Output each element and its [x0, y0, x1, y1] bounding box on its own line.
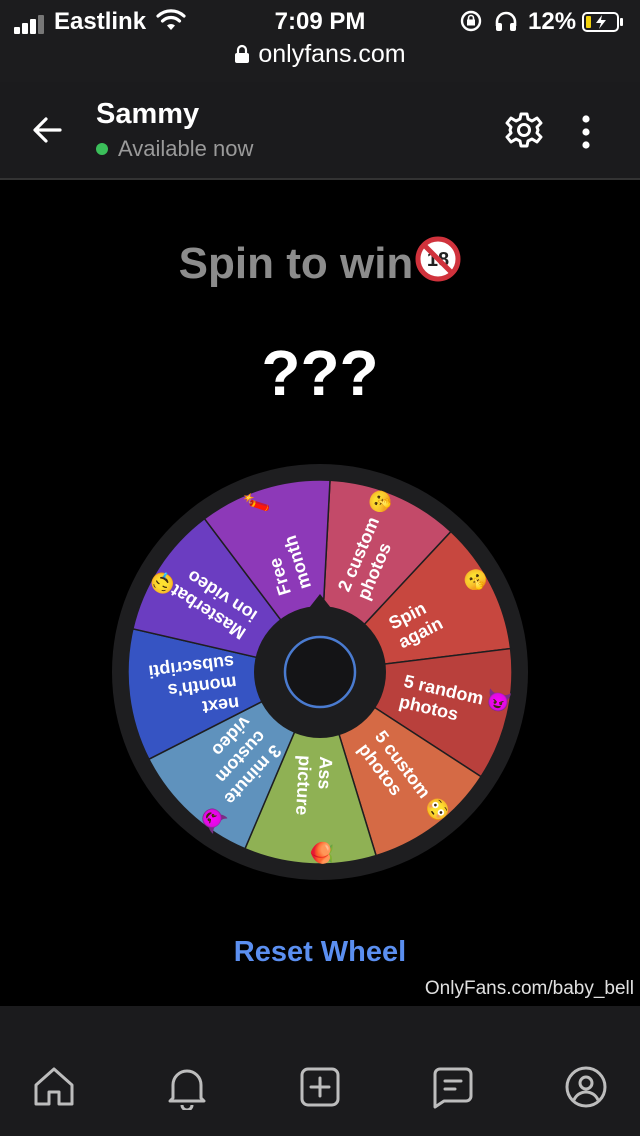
status-bar: Eastlink 7:09 PM 12% onlyfans.com	[0, 0, 640, 82]
gear-icon[interactable]	[504, 110, 544, 150]
reset-wheel-button[interactable]: Reset Wheel	[0, 936, 640, 969]
segment-text: picture	[292, 755, 315, 816]
no-under-18-icon: 18	[415, 236, 461, 282]
message-actions-bar	[0, 1006, 640, 1041]
back-arrow-icon[interactable]	[28, 110, 68, 150]
vertical-dots-icon[interactable]	[572, 112, 600, 152]
spin-result: ???	[261, 337, 379, 409]
lock-icon	[235, 44, 250, 63]
game-title: Spin to win 18	[0, 236, 640, 289]
chat-header: Sammy Available now	[0, 82, 640, 180]
spin-game-card: Spin to win 18 ??? 2 customphotos🤫Spinag…	[0, 188, 640, 1006]
address-bar[interactable]: onlyfans.com	[0, 40, 640, 69]
battery-charging-icon	[582, 12, 623, 32]
profile-icon[interactable]	[563, 1064, 609, 1110]
presence-text: Available now	[118, 136, 254, 161]
presence-status: Available now	[96, 136, 253, 162]
watermark: OnlyFans.com/baby_bell	[424, 978, 634, 999]
headphones-icon	[495, 11, 517, 31]
game-title-text: Spin to win	[178, 239, 414, 288]
segment-emoji-icon: 🍑	[309, 840, 334, 866]
contact-name[interactable]: Sammy	[96, 98, 199, 131]
spin-button[interactable]	[283, 635, 357, 709]
bell-icon[interactable]	[164, 1064, 210, 1110]
message-icon[interactable]	[430, 1064, 476, 1110]
home-icon[interactable]	[31, 1064, 77, 1110]
battery-percent: 12%	[528, 8, 577, 35]
plus-square-icon[interactable]	[297, 1064, 343, 1110]
url-text: onlyfans.com	[258, 40, 406, 68]
segment-text: Ass	[314, 756, 336, 790]
prize-wheel[interactable]: 2 customphotos🤫Spinagain🤫5 randomphotos 😈…	[110, 462, 530, 882]
rotation-lock-icon	[460, 10, 482, 32]
bottom-tab-bar	[0, 1040, 640, 1136]
online-dot-icon	[96, 143, 108, 155]
